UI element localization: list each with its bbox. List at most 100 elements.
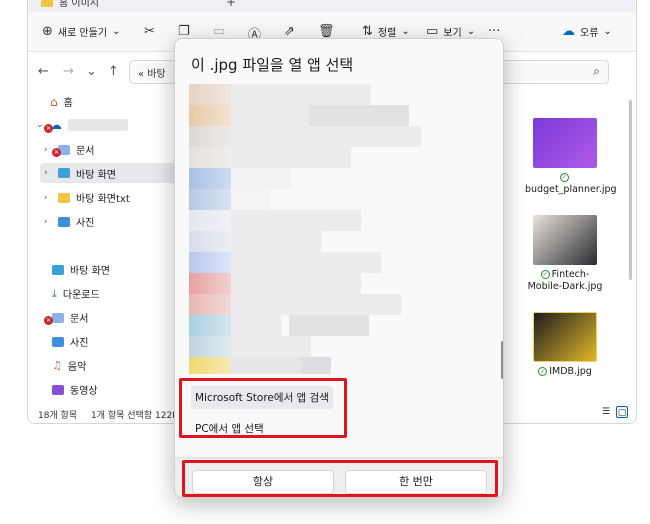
- share-button[interactable]: ⇗: [284, 24, 295, 39]
- copy-button[interactable]: ❐: [178, 24, 190, 39]
- recent-icon[interactable]: ⌄: [86, 64, 97, 79]
- file-view-scrollbar[interactable]: [629, 100, 632, 280]
- delete-button[interactable]: 🗑: [318, 24, 335, 39]
- account-name-redacted: [68, 119, 128, 131]
- synced-check-icon: ✓: [540, 270, 550, 279]
- chevron-down-icon: ⌄: [603, 26, 612, 37]
- navigation-pane: ⌂ 홈 ⌄ ☁ ✕ › 문서 ✕ › 바탕 화면 › 바탕 화면txt › 사진…: [28, 90, 178, 400]
- sidebar-item-label: 다운로드: [62, 290, 100, 301]
- sidebar-item-label: 사진: [76, 218, 95, 229]
- sidebar-item-label: 사진: [70, 338, 89, 349]
- app-row[interactable]: [189, 315, 489, 336]
- sidebar-item-home[interactable]: ⌂ 홈: [50, 94, 73, 110]
- app-row[interactable]: [189, 336, 489, 357]
- new-button-label: 새로 만들기: [57, 28, 108, 39]
- more-icon: ···: [488, 24, 501, 39]
- search-icon[interactable]: ⌕: [593, 64, 600, 79]
- title-bar: 홈 이미지 +: [28, 0, 636, 12]
- dialog-title: 이 .jpg 파일을 열 앱 선택: [191, 56, 354, 74]
- sidebar-item-downloads[interactable]: ⤓ 다운로드: [52, 286, 100, 302]
- error-badge-icon: ✕: [44, 316, 53, 325]
- file-name: budget_planner.jpg: [525, 184, 617, 195]
- chevron-down-icon: ⌄: [401, 26, 410, 37]
- sidebar-item-label: 바탕 화면: [70, 266, 110, 277]
- view-toggle: ☰ ▢: [600, 406, 628, 418]
- app-row[interactable]: [189, 189, 489, 210]
- new-tab-icon[interactable]: +: [226, 0, 236, 9]
- forward-icon[interactable]: →: [63, 64, 74, 79]
- file-thumbnail: [533, 312, 597, 362]
- sort-button[interactable]: ⇅ 정렬 ⌄: [362, 24, 410, 39]
- app-row[interactable]: [189, 84, 489, 105]
- pictures-icon: [58, 216, 70, 227]
- app-row[interactable]: [189, 105, 489, 126]
- app-row[interactable]: [189, 252, 489, 273]
- sidebar-item-music[interactable]: ♫ 음악: [52, 358, 86, 373]
- paste-icon: ▭: [213, 24, 226, 39]
- sidebar-item-pictures[interactable]: › 사진: [44, 214, 94, 229]
- cut-button[interactable]: ✂: [144, 24, 155, 39]
- chevron-right-icon: ›: [44, 168, 48, 178]
- chevron-right-icon: ›: [44, 216, 48, 227]
- file-item[interactable]: ✓ Fintech-Mobile-Dark.jpg: [525, 215, 605, 293]
- up-icon[interactable]: ↑: [108, 64, 119, 79]
- sync-error-label: 오류: [580, 28, 599, 39]
- copy-icon: ❐: [178, 24, 190, 39]
- app-row[interactable]: [189, 273, 489, 294]
- cloud-error-icon: ☁: [562, 24, 575, 39]
- pictures-icon: [52, 336, 64, 347]
- sidebar-item-label: 문서: [76, 146, 95, 157]
- sidebar-item-label: 바탕 화면txt: [76, 194, 130, 205]
- desktop-icon: [52, 264, 64, 275]
- more-button[interactable]: ···: [488, 24, 500, 39]
- app-list-scrollbar[interactable]: [501, 341, 503, 379]
- view-label: 보기: [443, 28, 462, 39]
- plus-circle-icon: ⊕: [42, 24, 53, 39]
- sidebar-item-documents-quick[interactable]: 문서: [52, 310, 88, 325]
- file-item[interactable]: ✓ budget_planner.jpg: [525, 118, 617, 196]
- file-thumbnail: [533, 215, 597, 265]
- file-thumbnail: [533, 118, 597, 168]
- breadcrumb: « 바탕: [138, 69, 166, 80]
- file-item[interactable]: ✓ IMDB.jpg: [525, 312, 605, 378]
- tab-title[interactable]: 홈 이미지: [59, 0, 99, 9]
- documents-icon: [52, 312, 64, 323]
- synced-check-icon: ✓: [559, 173, 569, 182]
- chevron-down-icon: ⌄: [112, 26, 121, 37]
- sidebar-item-videos[interactable]: 동영상: [52, 382, 98, 397]
- app-row[interactable]: [189, 126, 489, 147]
- music-icon: ♫: [52, 359, 62, 372]
- sidebar-item-desktop[interactable]: › 바탕 화면: [40, 163, 178, 183]
- back-icon[interactable]: ←: [38, 64, 49, 79]
- sync-error-button[interactable]: ☁ 오류 ⌄: [562, 24, 612, 39]
- sort-label: 정렬: [377, 28, 397, 39]
- app-row[interactable]: [189, 210, 489, 231]
- error-badge-icon: ✕: [52, 148, 61, 157]
- chevron-down-icon: ⌄: [36, 120, 44, 130]
- file-view: ✓budget_planner.jpg ✓ Fintech-Mobile-Dark…: [510, 100, 620, 400]
- paste-button[interactable]: ▭: [213, 24, 225, 39]
- details-view-icon[interactable]: ☰: [600, 406, 612, 418]
- app-row[interactable]: [189, 231, 489, 252]
- sort-icon: ⇅: [362, 24, 373, 39]
- app-row[interactable]: [189, 294, 489, 315]
- sidebar-item-desktop-txt[interactable]: › 바탕 화면txt: [44, 190, 130, 205]
- app-row[interactable]: [189, 147, 489, 168]
- app-list-redacted[interactable]: [189, 84, 489, 374]
- error-badge-icon: ✕: [44, 124, 53, 133]
- share-icon: ⇗: [284, 24, 295, 39]
- new-button[interactable]: ⊕ 새로 만들기 ⌄: [42, 24, 120, 39]
- sidebar-item-desktop-quick[interactable]: 바탕 화면: [52, 262, 110, 277]
- sidebar-item-label: 음악: [67, 362, 87, 373]
- sidebar-item-pictures-quick[interactable]: 사진: [52, 334, 88, 349]
- app-row[interactable]: [189, 168, 489, 189]
- app-row[interactable]: [189, 357, 489, 374]
- trash-icon: 🗑: [318, 24, 335, 39]
- sidebar-item-label: 홈: [63, 98, 73, 109]
- chevron-down-icon: ⌄: [466, 26, 476, 37]
- file-name: IMDB.jpg: [549, 366, 592, 377]
- synced-check-icon: ✓: [538, 367, 548, 376]
- file-name: Fintech-Mobile-Dark.jpg: [527, 269, 603, 292]
- thumbnail-view-icon[interactable]: ▢: [616, 406, 628, 418]
- view-button[interactable]: ▭ 보기 ⌄: [426, 24, 475, 39]
